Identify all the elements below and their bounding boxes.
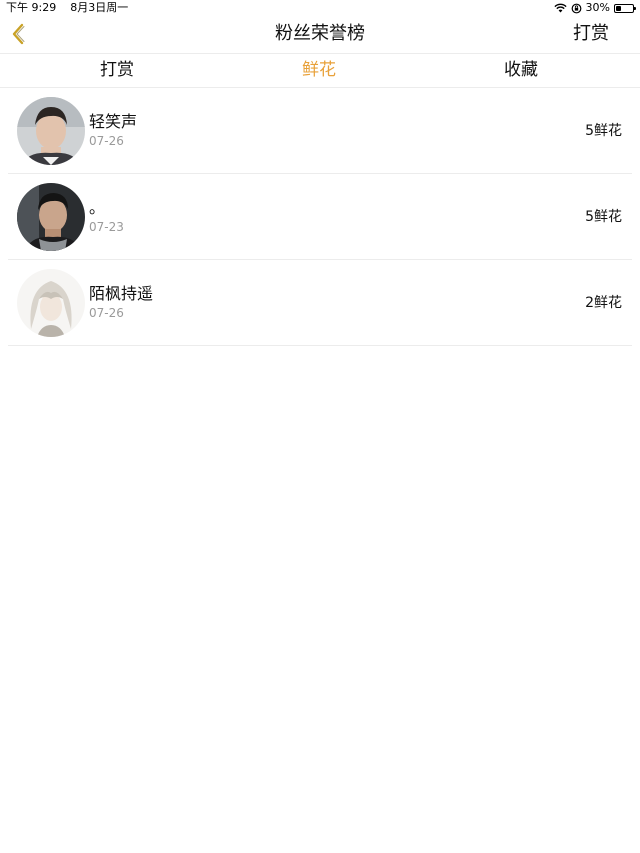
status-time: 下午 9:29 [6,1,57,14]
flower-count: 2鲜花 [585,295,622,311]
avatar [17,269,85,337]
tab-flowers[interactable]: 鲜花 [302,54,336,87]
flower-count: 5鲜花 [585,209,622,225]
avatar [17,183,85,251]
orientation-lock-icon [571,3,582,14]
tab-favorites[interactable]: 收藏 [504,54,538,87]
fan-date: 07-26 [89,134,124,148]
fan-date: 07-26 [89,306,124,320]
fan-name: 轻笑声 [89,112,138,131]
list-item[interactable]: 陌枫持遥 07-26 2鲜花 [8,260,632,346]
list-item[interactable]: 。 07-23 5鲜花 [8,174,632,260]
status-bar: 下午 9:29 8月3日周一 30% [0,0,640,16]
tip-button[interactable]: 打赏 [573,16,609,52]
status-date: 8月3日周一 [70,1,129,14]
battery-percent: 30% [585,1,610,14]
back-button[interactable] [4,20,32,48]
fan-name: 。 [89,198,106,217]
chevron-left-icon [12,23,25,45]
avatar [17,97,85,165]
fan-date: 07-23 [89,220,124,234]
wifi-icon [553,3,567,13]
battery-icon [614,3,636,13]
page-title: 粉丝荣誉榜 [275,23,365,44]
flower-count: 5鲜花 [585,123,622,139]
fan-name: 陌枫持遥 [89,284,154,303]
tab-bar: 打赏 鲜花 收藏 [0,53,640,88]
fan-list: 轻笑声 07-26 5鲜花 。 07-23 5鲜花 陌枫持遥 07-26 2鲜花 [0,88,640,346]
tab-tip[interactable]: 打赏 [100,54,134,87]
list-item[interactable]: 轻笑声 07-26 5鲜花 [8,88,632,174]
nav-bar: 粉丝荣誉榜 打赏 [0,16,640,52]
